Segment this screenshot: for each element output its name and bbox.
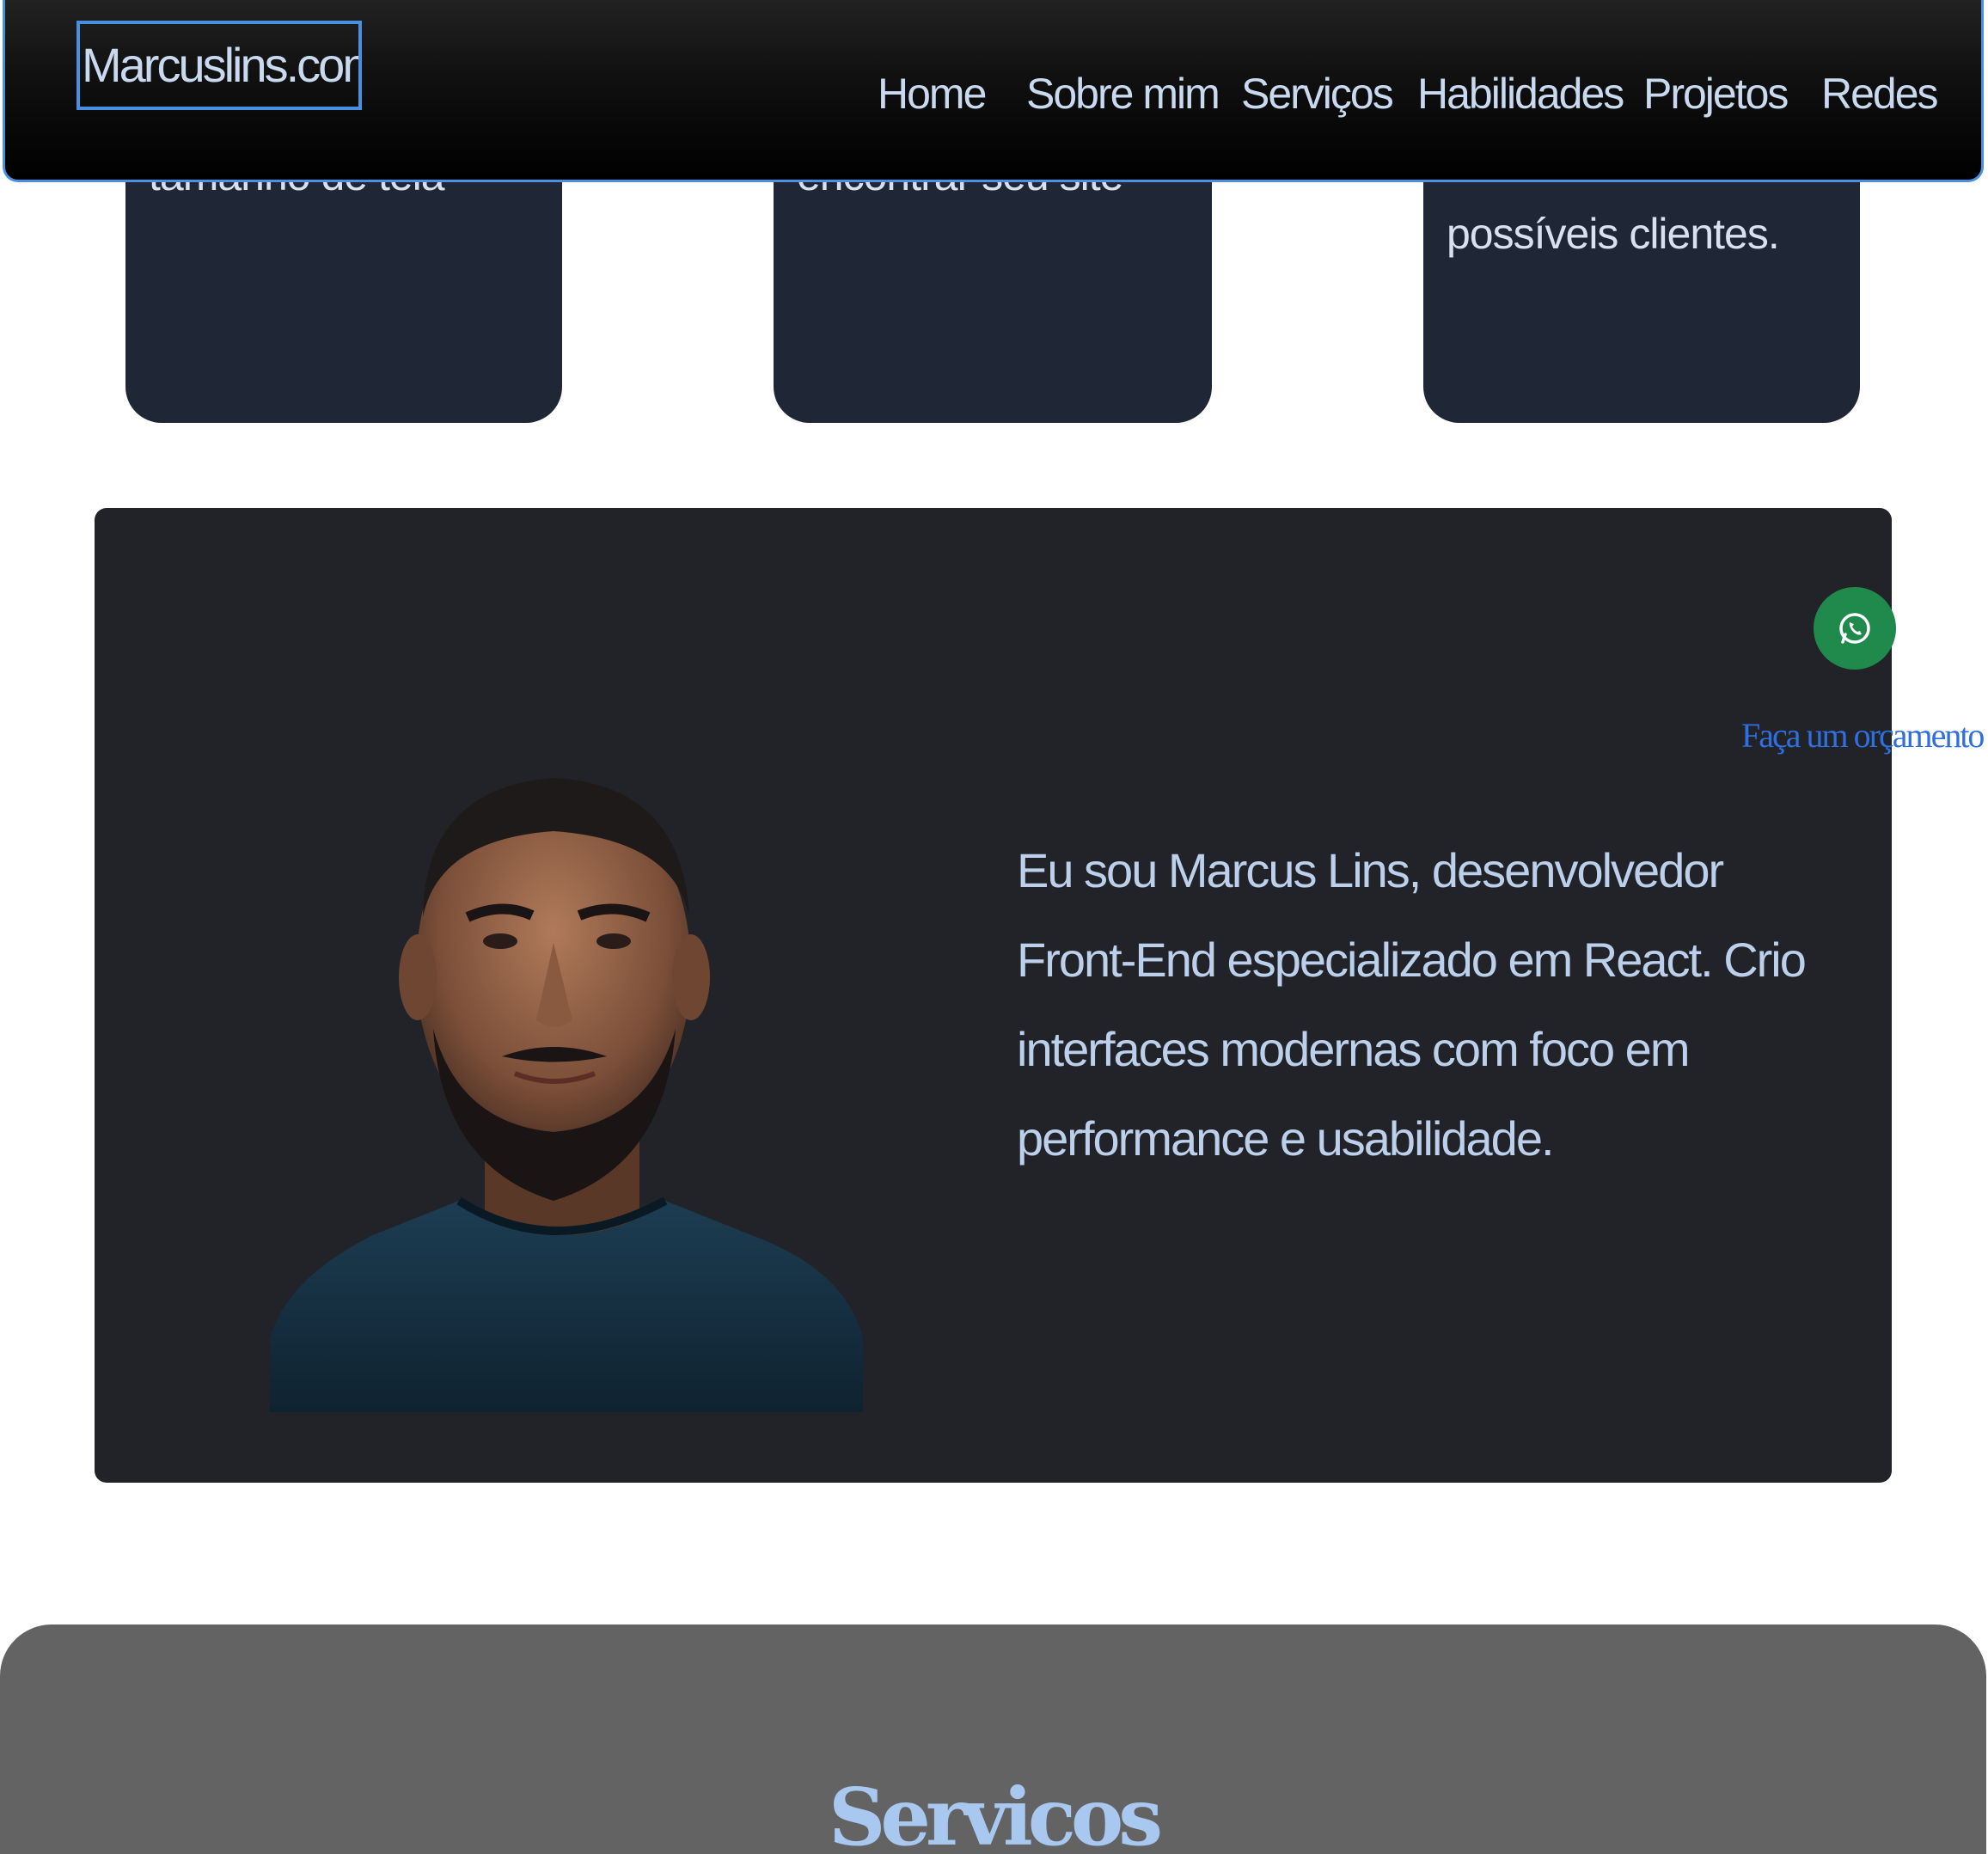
services-section: Servicos [0, 1625, 1986, 1854]
nav-item-sobre-mim[interactable]: Sobre mim [1026, 64, 1220, 124]
whatsapp-button[interactable] [1814, 587, 1896, 670]
nav-item-habilidades[interactable]: Habilidades [1417, 64, 1624, 124]
about-description: Eu sou Marcus Lins, desenvolvedor Front-… [1017, 843, 1807, 1166]
nav-item-redes[interactable]: Redes [1821, 64, 1939, 124]
about-section: Eu sou Marcus Lins, desenvolvedor Front-… [95, 508, 1892, 1483]
profile-photo [270, 778, 863, 1412]
quote-link[interactable]: Faça um orçamento [1741, 715, 1985, 756]
services-title: Servicos [828, 1771, 1163, 1854]
main-nav: Home Sobre mim Serviços Habilidades Proj… [5, 64, 1981, 124]
nav-item-projetos[interactable]: Projetos [1643, 64, 1789, 124]
nav-item-home[interactable]: Home [878, 64, 987, 124]
whatsapp-icon [1839, 613, 1870, 644]
site-header: Marcuslins.com.br Home Sobre mim Serviço… [3, 0, 1984, 182]
nav-item-servicos[interactable]: Serviços [1241, 64, 1394, 124]
